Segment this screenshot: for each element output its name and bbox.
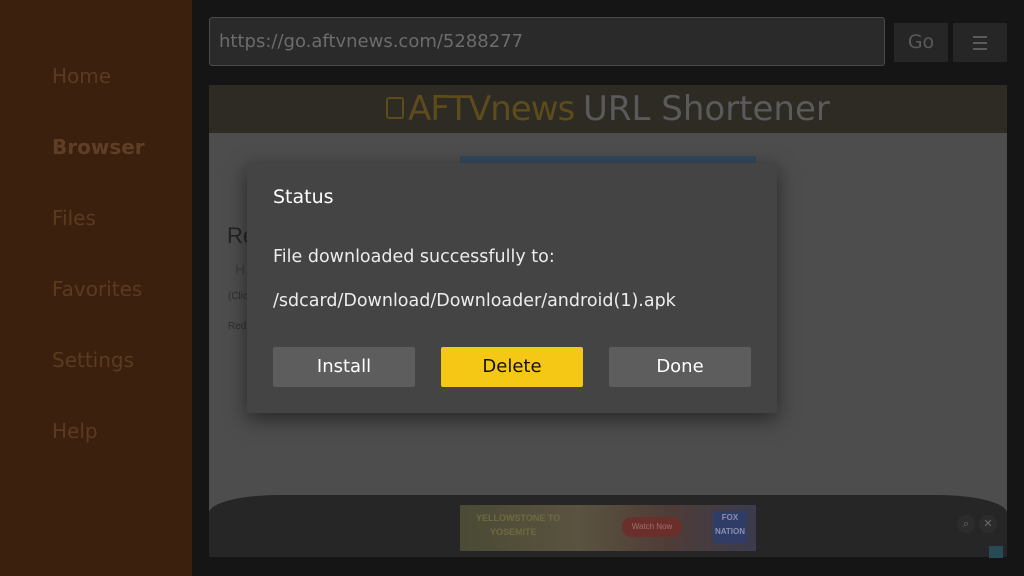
corner-indicator xyxy=(989,546,1003,558)
ad-text: YOSEMITE xyxy=(490,527,537,537)
ad-text: YELLOWSTONE TO xyxy=(476,513,561,523)
faded-subtext: H xyxy=(235,261,246,277)
sidebar-item-home[interactable]: Home xyxy=(52,64,111,88)
hamburger-menu-icon[interactable] xyxy=(953,23,1007,62)
ad-cta-button[interactable]: Watch Now xyxy=(622,517,682,537)
sidebar-item-favorites[interactable]: Favorites xyxy=(52,277,142,301)
faded-note: Red xyxy=(228,321,247,332)
ad-close-icon[interactable]: ✕ xyxy=(979,515,997,533)
sidebar-item-browser[interactable]: Browser xyxy=(52,135,145,159)
tv-icon xyxy=(386,97,404,119)
bottom-ad-banner[interactable]: YELLOWSTONE TO YOSEMITE Watch Now FOX NA… xyxy=(460,505,756,551)
dialog-message: File downloaded successfully to: xyxy=(273,247,555,267)
sidebar: Home Browser Files Favorites Settings He… xyxy=(0,0,192,576)
dialog-file-path: /sdcard/Download/Downloader/android(1).a… xyxy=(273,291,676,311)
done-button[interactable]: Done xyxy=(609,347,751,387)
site-logo-brand: AFTVnews xyxy=(408,89,575,129)
url-text: https://go.aftvnews.com/5288277 xyxy=(219,31,524,52)
url-input[interactable]: https://go.aftvnews.com/5288277 xyxy=(209,17,885,66)
sidebar-item-help[interactable]: Help xyxy=(52,419,98,443)
ad-logo: FOX NATION xyxy=(713,511,747,543)
status-dialog: Status File downloaded successfully to: … xyxy=(247,163,777,413)
site-logo-title: URL Shortener xyxy=(583,89,830,129)
sidebar-item-files[interactable]: Files xyxy=(52,206,96,230)
delete-button[interactable]: Delete xyxy=(441,347,583,387)
go-button[interactable]: Go xyxy=(894,23,948,62)
install-button[interactable]: Install xyxy=(273,347,415,387)
dialog-title: Status xyxy=(273,186,334,208)
site-header: AFTVnews URL Shortener xyxy=(209,85,1007,133)
ad-info-icon[interactable]: ⌕ xyxy=(957,515,975,533)
faded-note: (Clic xyxy=(228,291,248,302)
sidebar-item-settings[interactable]: Settings xyxy=(52,348,134,372)
